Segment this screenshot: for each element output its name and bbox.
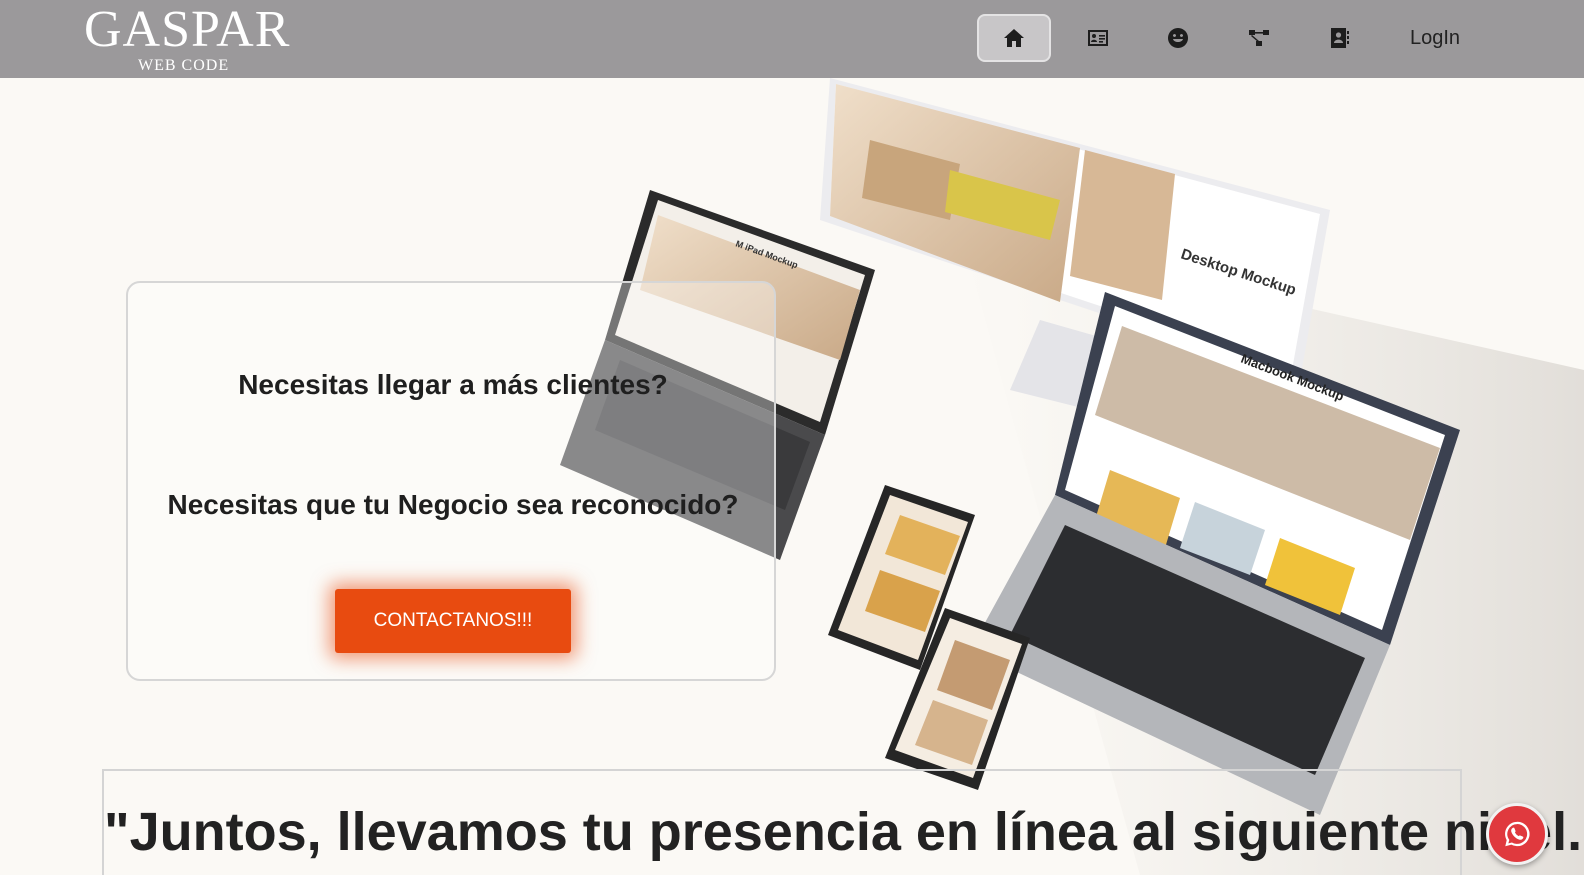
slogan-heading: "Juntos, llevamos tu presencia en línea … [104, 802, 1584, 862]
contact-cta-button[interactable]: CONTACTANOS!!! [335, 589, 571, 653]
nav-home-button[interactable] [977, 14, 1051, 62]
login-link[interactable]: LogIn [1410, 22, 1460, 54]
whatsapp-icon [1505, 821, 1530, 847]
home-icon [1004, 29, 1024, 47]
hero-question-recognition: Necesitas que tu Negocio sea reconocido? [167, 489, 739, 520]
hero-card: Necesitas llegar a más clientes? Necesit… [126, 281, 776, 681]
brand-tagline: WEB CODE [138, 57, 230, 74]
top-navbar: GASPAR WEB CODE LogIn [0, 0, 1584, 78]
brand-name: GASPAR [84, 1, 291, 58]
nav-contact-button[interactable] [1302, 14, 1376, 62]
slogan-section: "Juntos, llevamos tu presencia en línea … [102, 769, 1584, 875]
brand-logo[interactable]: GASPAR WEB CODE [84, 1, 291, 76]
contact-book-icon [1331, 28, 1349, 48]
phone-mockups [828, 485, 1030, 790]
nav-clients-button[interactable] [1141, 14, 1215, 62]
id-card-icon [1088, 30, 1108, 46]
nav-about-button[interactable] [1061, 14, 1135, 62]
hero-question-clients: Necesitas llegar a más clientes? [238, 369, 668, 400]
whatsapp-button[interactable] [1486, 803, 1548, 865]
smiley-icon [1168, 28, 1189, 48]
nav-services-button[interactable] [1222, 14, 1296, 62]
network-icon [1249, 30, 1269, 46]
